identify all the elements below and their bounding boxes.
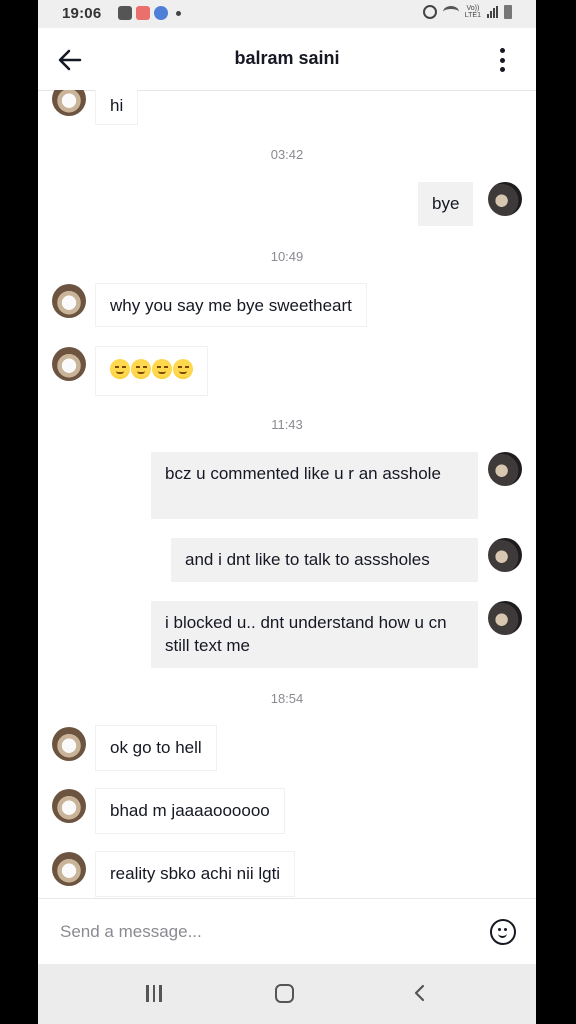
signal-icon (487, 6, 498, 18)
app-notification-icon (136, 6, 150, 20)
avatar[interactable] (488, 601, 522, 635)
message-bubble[interactable]: reality sbko achi nii lgti (96, 852, 295, 896)
volte-label: Vo)) LTE1 (464, 5, 481, 19)
status-time: 19:06 (62, 5, 102, 22)
avatar[interactable] (488, 452, 522, 486)
more-options-icon[interactable] (490, 46, 514, 74)
system-navigation-bar (38, 964, 536, 1024)
battery-icon (504, 5, 512, 19)
whatsapp-icon (154, 6, 168, 20)
message-bubble[interactable]: i blocked u.. dnt understand how u cn st… (151, 601, 478, 668)
message-timestamp: 18:54 (270, 691, 304, 706)
avatar[interactable] (52, 727, 86, 761)
notification-icons (118, 6, 181, 20)
chat-title: balram saini (234, 48, 340, 68)
avatar[interactable] (488, 182, 522, 216)
message-bubble[interactable]: bcz u commented like u r an asshole (151, 452, 478, 519)
message-timestamp: 03:42 (270, 147, 304, 162)
alarm-icon (422, 5, 437, 19)
emoji-message-bubble[interactable] (96, 347, 207, 395)
chat-header: balram saini (38, 28, 536, 91)
system-icons: Vo)) LTE1 (422, 5, 512, 19)
smirking-face-emoji (131, 359, 151, 379)
recent-apps-icon[interactable] (146, 985, 162, 1002)
avatar[interactable] (52, 90, 86, 116)
smirking-face-emoji (152, 359, 172, 379)
avatar[interactable] (52, 852, 86, 886)
message-list[interactable]: hi 03:42 bye 10:49 why you say me bye sw… (38, 90, 536, 898)
emoji-icon[interactable] (490, 919, 516, 945)
wifi-icon (442, 6, 459, 18)
message-bubble[interactable]: why you say me bye sweetheart (96, 284, 366, 326)
more-notifications-icon (176, 10, 181, 16)
message-bubble[interactable]: ok go to hell (96, 726, 216, 770)
avatar[interactable] (52, 284, 86, 318)
nav-back-icon[interactable] (410, 983, 430, 1003)
message-input[interactable] (58, 913, 482, 951)
message-timestamp: 10:49 (270, 249, 304, 264)
chat-screen: 19:06 Vo)) LTE1 balram saini hi 03:42 by… (38, 0, 536, 1024)
avatar[interactable] (488, 538, 522, 572)
home-icon[interactable] (275, 984, 294, 1003)
gallery-icon (118, 6, 132, 20)
avatar[interactable] (52, 347, 86, 381)
avatar[interactable] (52, 789, 86, 823)
smirking-face-emoji (173, 359, 193, 379)
message-bubble[interactable]: hi (96, 90, 138, 124)
message-timestamp: 11:43 (271, 417, 303, 432)
message-bubble[interactable]: and i dnt like to talk to asssholes (171, 538, 478, 582)
smirking-face-emoji (110, 359, 130, 379)
message-bubble[interactable]: bye (418, 182, 474, 226)
message-bubble[interactable]: bhad m jaaaaoooooo (96, 789, 284, 833)
status-bar: 19:06 Vo)) LTE1 (38, 0, 536, 28)
message-composer (38, 898, 536, 965)
